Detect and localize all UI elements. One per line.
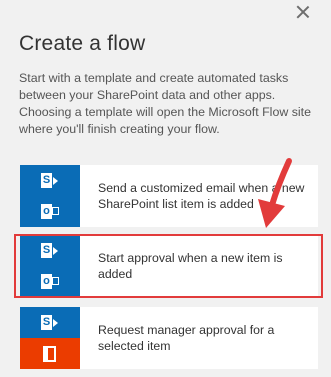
template-icons: S [20, 307, 80, 369]
template-icons: S o [20, 235, 80, 297]
template-label: Send a customized email when a new Share… [98, 181, 305, 211]
template-icons: S o [20, 165, 80, 227]
outlook-icon: o [20, 196, 80, 227]
template-card-send-email[interactable]: S o Send a customized email when a new S… [20, 165, 318, 227]
template-card-start-approval[interactable]: S o Start approval when a new item is ad… [20, 235, 318, 297]
sharepoint-icon: S [20, 307, 80, 338]
office-icon [20, 338, 80, 369]
template-card-request-manager-approval[interactable]: S Request manager approval for a selecte… [20, 307, 318, 369]
outlook-icon: o [20, 266, 80, 297]
sharepoint-icon: S [20, 235, 80, 266]
sharepoint-icon: S [20, 165, 80, 196]
template-label: Start approval when a new item is added [98, 251, 283, 281]
panel-description: Start with a template and create automat… [19, 71, 312, 136]
panel-title: Create a flow [19, 32, 146, 55]
template-label: Request manager approval for a selected … [98, 323, 275, 353]
close-button[interactable] [295, 4, 311, 20]
